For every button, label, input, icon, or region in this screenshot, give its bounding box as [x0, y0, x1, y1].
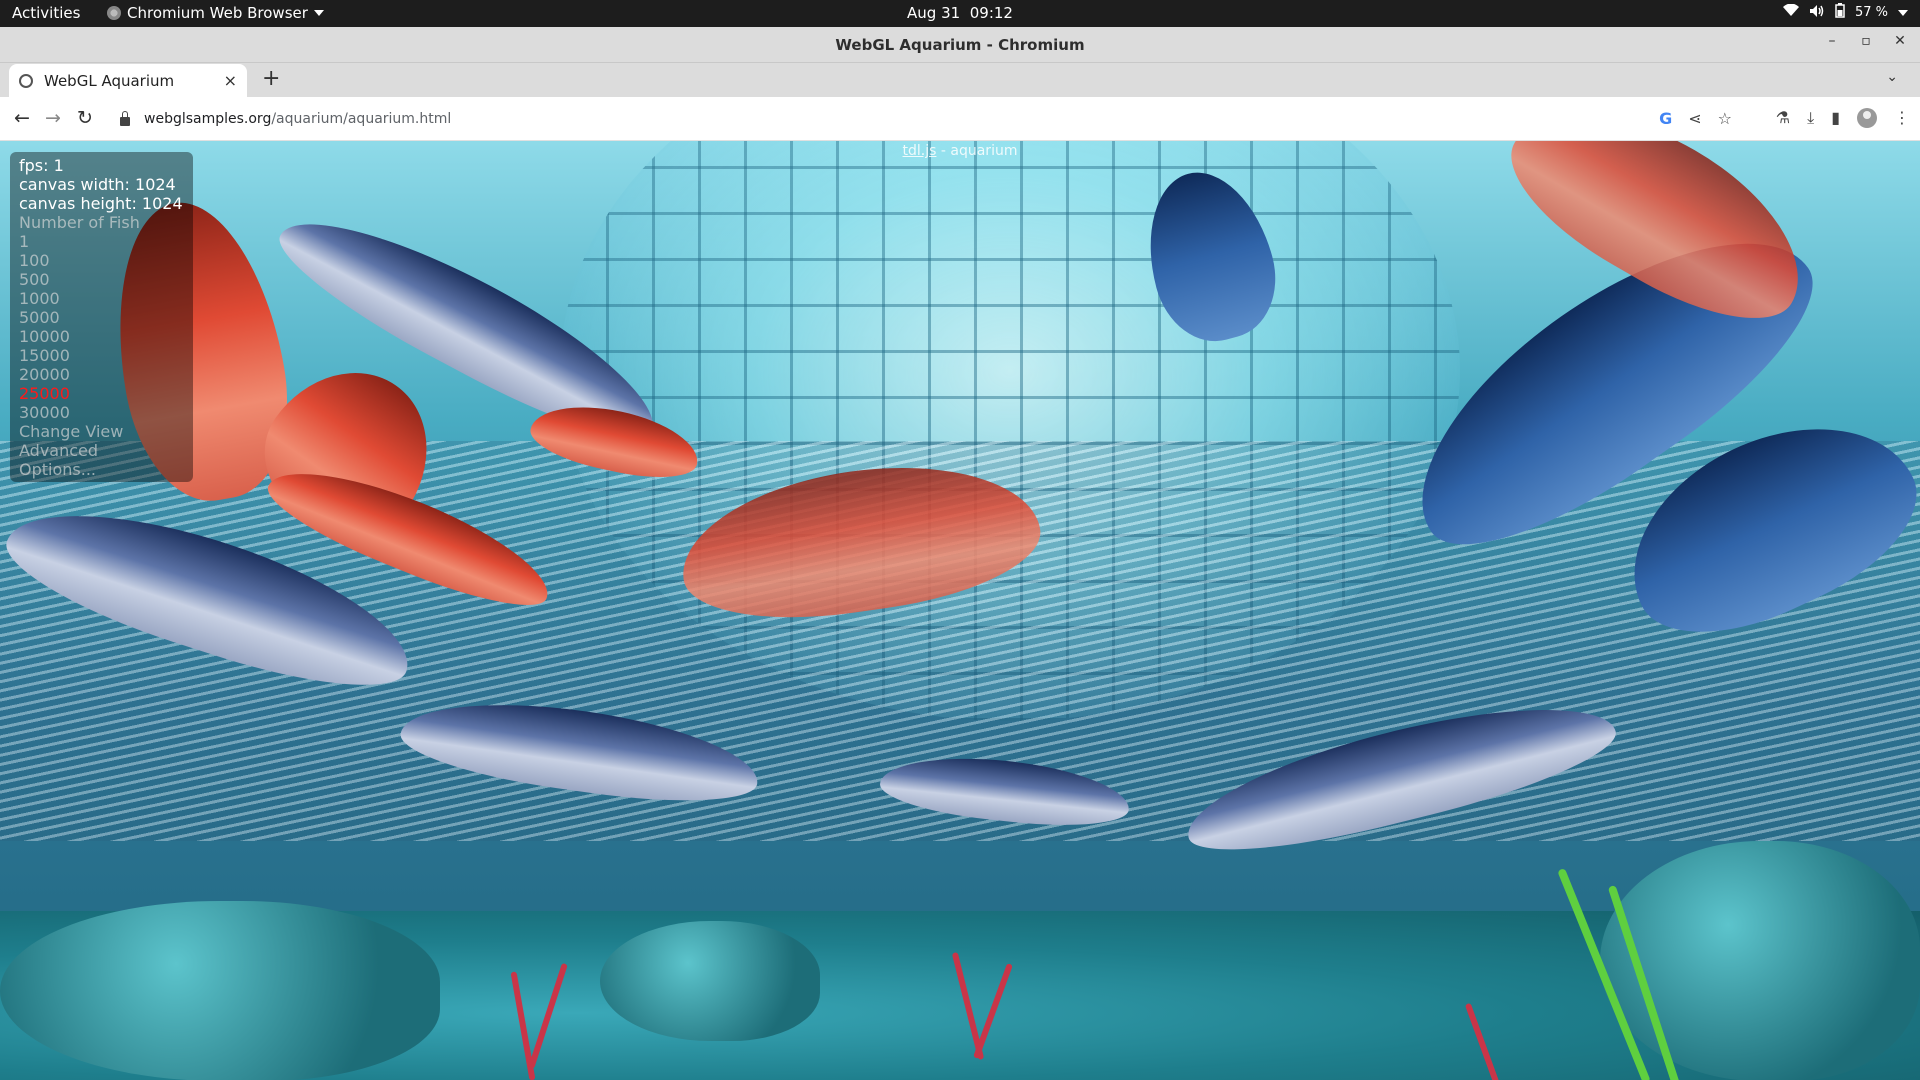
new-tab-icon[interactable]: +: [262, 66, 280, 91]
webgl-canvas[interactable]: tdl.js - aquarium fps: 1 canvas width: 1…: [0, 141, 1920, 1080]
reload-icon[interactable]: ↻: [77, 107, 93, 129]
rock: [0, 901, 440, 1080]
address-bar-actions: G ⋖ ☆: [1659, 109, 1732, 128]
share-icon[interactable]: ⋖: [1688, 109, 1701, 128]
browser-toolbar: ← → ↻ webglsamples.org/aquarium/aquarium…: [0, 97, 1920, 141]
address-bar[interactable]: webglsamples.org/aquarium/aquarium.html …: [108, 103, 1740, 135]
fish-option-100[interactable]: 100: [19, 251, 184, 270]
chevron-down-icon: [313, 10, 324, 16]
clock-date: Aug 31: [907, 4, 961, 22]
extensions-flask-icon[interactable]: ⚗: [1776, 108, 1790, 128]
advanced-link[interactable]: Advanced: [19, 441, 184, 460]
clock-time: 09:12: [969, 4, 1013, 22]
tdl-link[interactable]: tdl.js: [903, 143, 937, 159]
app-menu-label: Chromium Web Browser: [127, 4, 308, 22]
options-panel: fps: 1 canvas width: 1024 canvas height:…: [10, 152, 193, 482]
rock: [1600, 841, 1920, 1080]
number-of-fish-heading: Number of Fish: [19, 213, 140, 232]
rock: [600, 921, 820, 1041]
close-icon[interactable]: ✕: [1894, 33, 1906, 49]
change-view-link[interactable]: Change View: [19, 422, 184, 441]
page-header: tdl.js - aquarium: [0, 143, 1920, 159]
fish-option-30000[interactable]: 30000: [19, 403, 184, 422]
side-panel-icon[interactable]: ▮: [1831, 108, 1840, 128]
window-title: WebGL Aquarium - Chromium: [835, 36, 1085, 54]
fish-option-5000[interactable]: 5000: [19, 308, 184, 327]
system-tray[interactable]: 57 %: [1782, 3, 1908, 22]
activities-button[interactable]: Activities: [12, 4, 80, 22]
maximize-icon[interactable]: ▫: [1860, 33, 1872, 49]
volume-icon: [1809, 4, 1825, 22]
menu-kebab-icon[interactable]: ⋮: [1894, 108, 1910, 128]
canvas-height-readout: canvas height: 1024: [19, 194, 183, 213]
tab-close-icon[interactable]: ×: [224, 71, 237, 90]
app-menu[interactable]: Chromium Web Browser: [107, 4, 324, 22]
toolbar-actions: ⚗ ⤓ ▮ ⋮: [1776, 108, 1910, 128]
fish-option-20000[interactable]: 20000: [19, 365, 184, 384]
chromium-icon: [107, 6, 121, 20]
wifi-icon: [1782, 3, 1799, 21]
battery-icon: [1835, 3, 1845, 22]
clock-button[interactable]: Aug 31 09:12: [907, 4, 1013, 22]
bookmark-star-icon[interactable]: ☆: [1718, 109, 1732, 128]
url-path: /aquarium/aquarium.html: [271, 111, 452, 127]
tab-webgl-aquarium[interactable]: WebGL Aquarium ×: [9, 64, 247, 97]
fps-readout: fps: 1: [19, 156, 64, 175]
tab-title: WebGL Aquarium: [44, 71, 175, 90]
system-top-bar: Activities Chromium Web Browser Aug 31 0…: [0, 0, 1920, 27]
tab-strip: WebGL Aquarium × + ⌄: [0, 63, 1920, 97]
tab-search-icon[interactable]: ⌄: [1886, 69, 1898, 85]
lock-icon[interactable]: [120, 110, 130, 126]
header-suffix: - aquarium: [936, 143, 1018, 159]
canvas-width-readout: canvas width: 1024: [19, 175, 176, 194]
window-controls: – ▫ ✕: [1826, 33, 1906, 49]
profile-avatar-icon[interactable]: [1857, 108, 1877, 128]
fish-option-25000-selected[interactable]: 25000: [19, 384, 184, 403]
battery-percent: 57 %: [1854, 5, 1888, 20]
download-icon[interactable]: ⤓: [1807, 108, 1814, 128]
fish-option-15000[interactable]: 15000: [19, 346, 184, 365]
options-link[interactable]: Options...: [19, 460, 184, 479]
fish-option-1[interactable]: 1: [19, 232, 184, 251]
fish-option-500[interactable]: 500: [19, 270, 184, 289]
favicon-icon: [19, 73, 33, 88]
google-lens-icon[interactable]: G: [1659, 109, 1672, 128]
chevron-down-icon: [1898, 9, 1908, 16]
back-icon[interactable]: ←: [14, 107, 30, 129]
forward-icon[interactable]: →: [45, 107, 61, 129]
window-title-bar[interactable]: WebGL Aquarium - Chromium – ▫ ✕: [0, 27, 1920, 63]
url-domain: webglsamples.org: [144, 111, 272, 127]
minimize-icon[interactable]: –: [1826, 33, 1838, 49]
fish-option-10000[interactable]: 10000: [19, 327, 184, 346]
fish-option-1000[interactable]: 1000: [19, 289, 184, 308]
